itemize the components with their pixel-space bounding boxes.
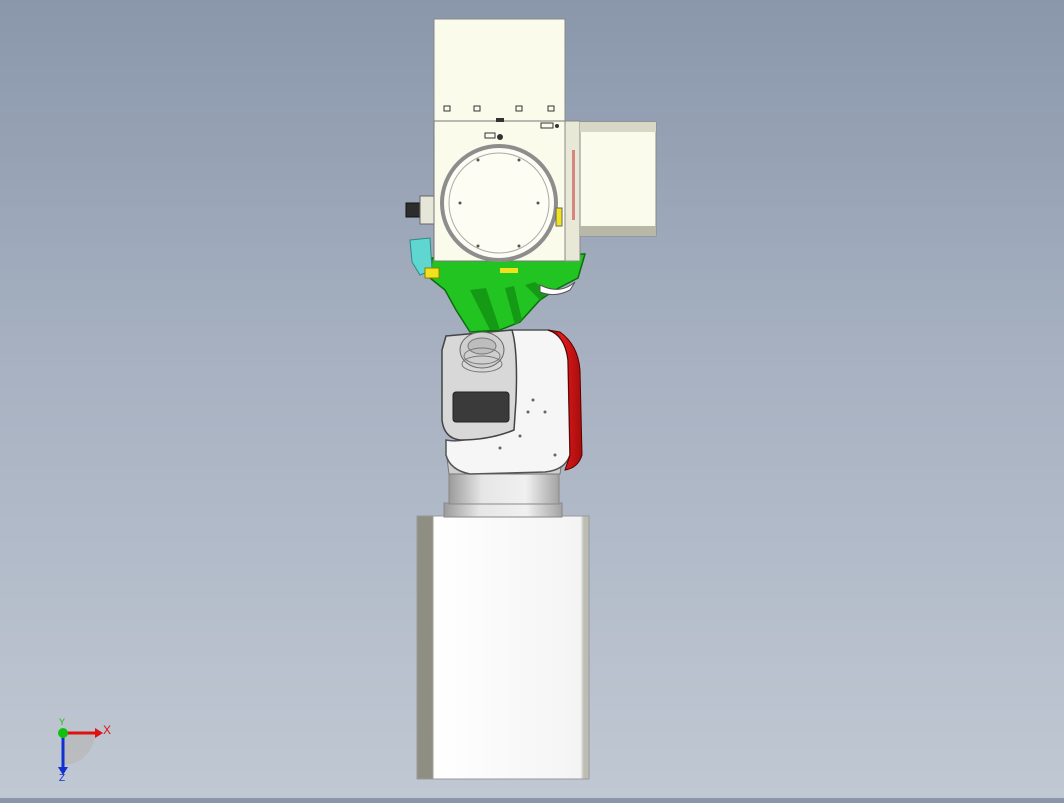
x-axis-arrowhead: [95, 728, 103, 738]
triad-plane: [63, 733, 95, 765]
side-connector: [405, 195, 435, 225]
motor-box: [441, 329, 518, 441]
robot-model[interactable]: [0, 0, 1064, 798]
turntable-housing: [433, 18, 657, 262]
cad-viewport[interactable]: [0, 0, 1064, 798]
pedestal: [416, 515, 590, 780]
y-axis-label: Y: [59, 717, 65, 727]
z-axis-label: Z: [59, 773, 65, 784]
y-axis-dot: [58, 728, 68, 738]
axis-triad: X Y Z: [45, 715, 125, 785]
x-axis-label: X: [103, 723, 111, 737]
